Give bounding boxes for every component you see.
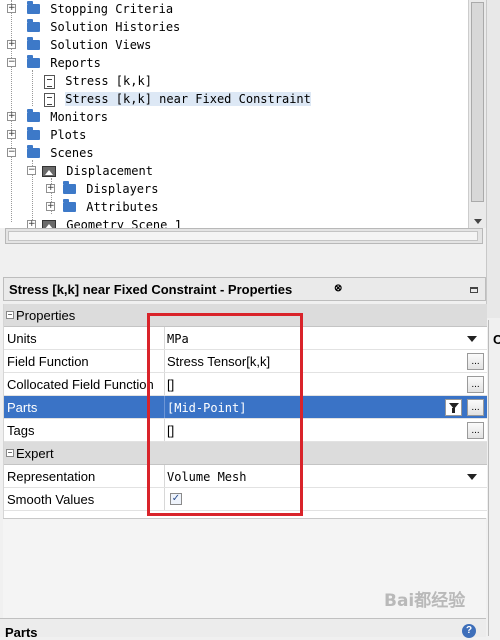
tree-item-displayers[interactable]: + Displayers (46, 180, 158, 198)
properties-grid: − Properties Units MPa Field Function St… (3, 304, 487, 518)
column-divider[interactable] (164, 327, 165, 349)
parts-value[interactable]: [Mid-Point] (167, 401, 246, 415)
tree-item-stopping-criteria[interactable]: + Stopping Criteria (7, 0, 173, 18)
tree-item-attributes[interactable]: + Attributes (46, 198, 158, 216)
smooth-values-checkbox[interactable]: ✓ (170, 493, 182, 505)
folder-icon (27, 36, 40, 50)
property-row-tags[interactable]: Tags [] ... (4, 419, 487, 442)
expand-icon[interactable]: + (46, 202, 55, 211)
expand-icon[interactable]: + (46, 184, 55, 193)
tags-value[interactable]: [] (167, 423, 174, 438)
folder-icon (27, 0, 40, 14)
scene-icon (42, 220, 56, 228)
bottom-panel-title: Parts (5, 625, 38, 640)
category-label: Properties (16, 308, 76, 323)
property-key: Units (7, 331, 37, 346)
property-key: Collocated Field Function (7, 377, 154, 392)
tree-item-stress-kk-fixed-constraint[interactable]: Stress [k,k] near Fixed Constraint (44, 90, 311, 108)
property-key: Field Function (7, 354, 89, 369)
collocated-value[interactable]: [] (167, 377, 174, 392)
tree-item-displacement[interactable]: − Displacement (27, 162, 153, 180)
column-divider[interactable] (164, 373, 165, 395)
report-icon (44, 92, 55, 107)
property-key: Parts (7, 400, 38, 415)
watermark: Bai都经验 (384, 591, 466, 611)
scroll-down-arrow-icon[interactable] (474, 219, 482, 224)
category-properties[interactable]: − Properties (4, 304, 487, 327)
column-divider[interactable] (164, 419, 165, 441)
field-function-edit-button[interactable]: ... (467, 353, 484, 370)
tree-item-geometry-scene-1[interactable]: + Geometry Scene 1 (27, 216, 182, 228)
tree-guide-line (32, 70, 33, 106)
report-icon (44, 74, 55, 89)
column-divider[interactable] (164, 488, 165, 510)
property-row-smooth-values[interactable]: Smooth Values ✓ (4, 488, 487, 511)
tree-item-stress-kk[interactable]: Stress [k,k] (44, 72, 152, 90)
representation-value[interactable]: Volume Mesh (167, 470, 246, 484)
folder-icon (27, 18, 40, 32)
tree-item-reports[interactable]: − Reports (7, 54, 101, 72)
right-dock-strip (486, 0, 500, 318)
scrollbar-thumb[interactable] (471, 2, 484, 202)
expand-icon[interactable]: + (27, 220, 36, 228)
folder-icon (27, 126, 40, 140)
bottom-panel-header: Parts ? (0, 618, 486, 640)
dropdown-arrow-icon[interactable] (467, 474, 477, 480)
folder-icon (63, 198, 76, 212)
column-divider[interactable] (164, 396, 165, 418)
scrollbar-thumb[interactable] (8, 231, 478, 241)
property-row-collocated-field-function[interactable]: Collocated Field Function [] ... (4, 373, 487, 396)
expand-icon[interactable]: + (7, 40, 16, 49)
folder-icon (27, 108, 40, 122)
collapse-icon[interactable]: − (7, 58, 16, 67)
properties-panel-header: Stress [k,k] near Fixed Constraint - Pro… (3, 277, 486, 301)
tree-item-solution-views[interactable]: + Solution Views (7, 36, 151, 54)
filter-icon[interactable] (445, 399, 462, 416)
field-function-value[interactable]: Stress Tensor[k,k] (167, 354, 270, 369)
folder-icon (27, 54, 40, 68)
property-row-representation[interactable]: Representation Volume Mesh (4, 465, 487, 488)
folder-icon (63, 180, 76, 194)
dropdown-arrow-icon[interactable] (467, 336, 477, 342)
close-tab-icon[interactable]: ⊗ (334, 283, 342, 294)
category-expert[interactable]: − Expert (4, 442, 487, 465)
collapse-icon[interactable]: − (6, 449, 14, 457)
tree-item-solution-histories[interactable]: Solution Histories (7, 18, 180, 36)
expand-icon[interactable]: + (7, 130, 16, 139)
folder-icon (27, 144, 40, 158)
properties-panel-title: Stress [k,k] near Fixed Constraint - Pro… (9, 282, 293, 297)
collapse-icon[interactable]: − (27, 166, 36, 175)
category-label: Expert (16, 446, 54, 461)
side-panel-label: C (493, 332, 500, 347)
tree-horizontal-scrollbar[interactable] (5, 228, 483, 244)
minimize-icon[interactable] (470, 287, 478, 293)
tree-item-scenes[interactable]: − Scenes (7, 144, 94, 162)
property-row-units[interactable]: Units MPa (4, 327, 487, 350)
property-row-parts[interactable]: Parts [Mid-Point] ... (4, 396, 487, 419)
collapse-icon[interactable]: − (6, 311, 14, 319)
collapse-icon[interactable]: − (7, 148, 16, 157)
simulation-tree[interactable]: + Stopping Criteria Solution Histories +… (0, 0, 486, 228)
tree-item-monitors[interactable]: + Monitors (7, 108, 108, 126)
column-divider[interactable] (164, 350, 165, 372)
column-divider[interactable] (164, 465, 165, 487)
property-key: Smooth Values (7, 492, 95, 507)
tree-vertical-scrollbar[interactable] (468, 0, 486, 228)
parts-edit-button[interactable]: ... (467, 399, 484, 416)
right-side-panel[interactable]: C (488, 320, 500, 636)
tags-edit-button[interactable]: ... (467, 422, 484, 439)
property-key: Tags (7, 423, 35, 438)
property-key: Representation (7, 469, 96, 484)
tree-item-plots[interactable]: + Plots (7, 126, 86, 144)
collocated-edit-button[interactable]: ... (467, 376, 484, 393)
expand-icon[interactable]: + (7, 112, 16, 121)
expand-icon[interactable]: + (7, 4, 16, 13)
property-row-field-function[interactable]: Field Function Stress Tensor[k,k] ... (4, 350, 487, 373)
units-value[interactable]: MPa (167, 332, 189, 346)
scene-icon (42, 166, 56, 177)
